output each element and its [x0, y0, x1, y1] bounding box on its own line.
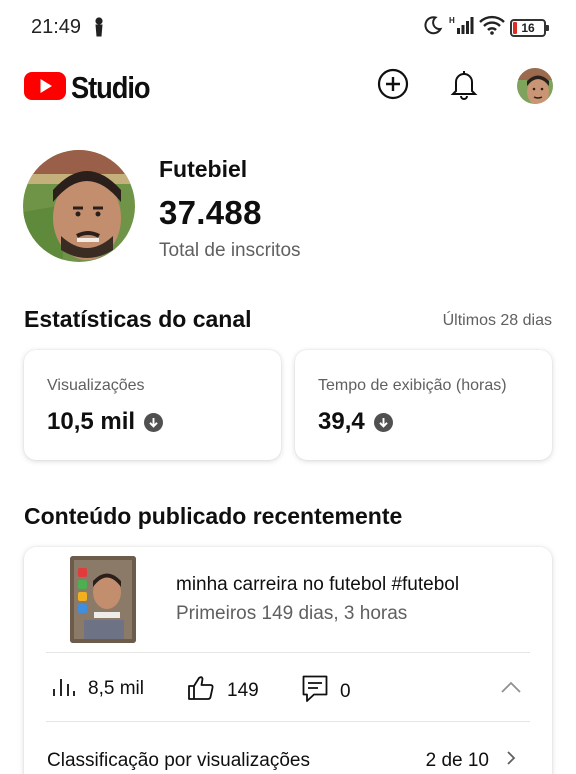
stat-label: Visualizações [47, 377, 145, 394]
stat-label: Tempo de exibição (horas) [318, 377, 507, 394]
moon-icon [423, 15, 443, 40]
comments-metric: 0 [302, 675, 351, 709]
recent-video-card[interactable]: minha carreira no futebol #futebol Prime… [24, 547, 552, 774]
ranking-label: Classificação por visualizações [47, 750, 310, 771]
arrow-down-icon [144, 412, 164, 432]
bell-icon [450, 68, 478, 105]
studio-logo[interactable]: Studio [24, 70, 160, 106]
video-period: Primeiros 149 dias, 3 horas [176, 603, 408, 624]
add-icon [377, 68, 409, 105]
views-count: 8,5 mil [88, 678, 144, 699]
likes-count: 149 [227, 680, 259, 701]
chevron-right-icon [506, 750, 516, 772]
bar-chart-icon [52, 675, 76, 703]
stat-value: 39,4 [318, 408, 365, 435]
channel-avatar[interactable] [23, 150, 135, 262]
video-title[interactable]: minha carreira no futebol #futebol [176, 574, 459, 596]
chevron-up-icon [500, 681, 522, 698]
wifi-icon [479, 15, 505, 40]
stat-card-views[interactable]: Visualizações 10,5 mil [24, 350, 281, 460]
divider [46, 652, 530, 653]
channel-name: Futebiel [159, 156, 248, 182]
status-bar: 21:49 H 16 [0, 0, 576, 54]
person-icon [93, 17, 105, 42]
stat-card-watch-time[interactable]: Tempo de exibição (horas) 39,4 [295, 350, 552, 460]
video-thumbnail[interactable] [70, 556, 136, 643]
stat-value: 10,5 mil [47, 408, 136, 435]
arrow-down-icon [373, 412, 393, 432]
app-header: Studio [0, 62, 576, 112]
youtube-logo [24, 71, 66, 106]
notifications-button[interactable] [446, 68, 482, 104]
comments-count: 0 [340, 681, 351, 702]
views-metric: 8,5 mil [52, 675, 144, 703]
stats-title: Estatísticas do canal [24, 306, 252, 332]
ranking-button[interactable]: 2 de 10 [426, 750, 516, 772]
thumbs-up-icon [187, 675, 215, 707]
svg-text:H: H [449, 16, 455, 25]
battery-level: 16 [521, 20, 535, 35]
battery-icon: 16 [510, 18, 549, 37]
stats-period[interactable]: Últimos 28 dias [443, 312, 552, 330]
app-name: Studio [71, 70, 151, 105]
collapse-button[interactable] [500, 680, 522, 699]
likes-metric: 149 [187, 675, 259, 707]
status-time: 21:49 [31, 16, 82, 38]
recent-title: Conteúdo publicado recentemente [24, 503, 403, 529]
subscriber-count: 37.488 [159, 194, 262, 231]
add-button[interactable] [375, 68, 411, 104]
subscriber-label: Total de inscritos [159, 240, 301, 261]
divider [46, 721, 530, 722]
signal-icon: H [448, 15, 474, 40]
ranking-value: 2 de 10 [425, 750, 489, 771]
comment-icon [302, 675, 328, 709]
account-avatar[interactable] [517, 68, 553, 104]
